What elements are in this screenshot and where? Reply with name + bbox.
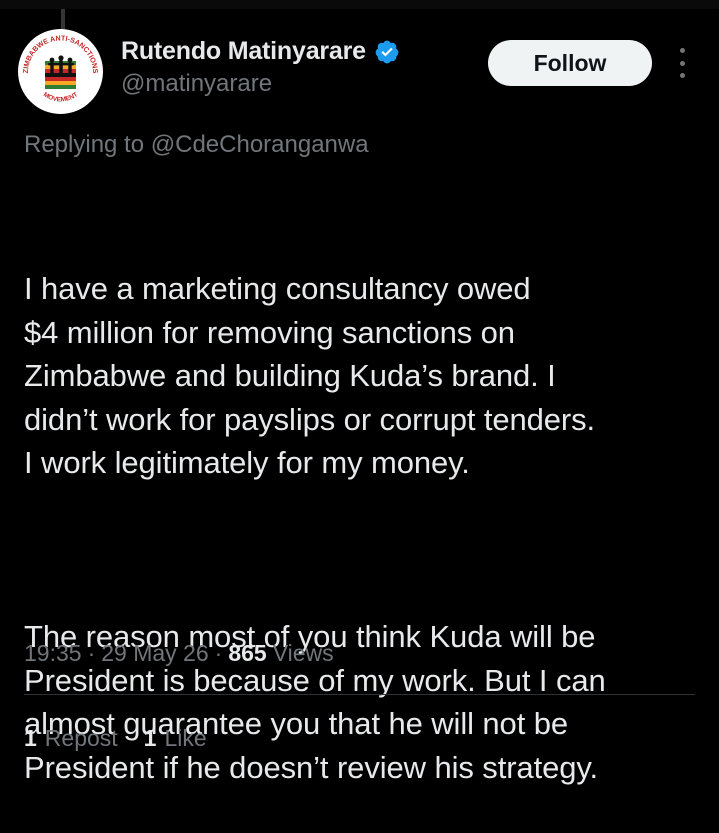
- tweet-meta: 19:35 · 29 May 26 · 865 Views: [24, 640, 334, 667]
- meta-separator: ·: [87, 640, 96, 666]
- replying-to: Replying to @CdeChoranganwa: [24, 131, 369, 159]
- top-bar: [0, 0, 719, 9]
- more-dot: [679, 48, 685, 53]
- follow-button[interactable]: Follow: [488, 40, 652, 86]
- reposts-label: Repost: [44, 725, 118, 751]
- author-handle[interactable]: @matinyarare: [121, 70, 272, 98]
- likes-label: Like: [164, 725, 207, 751]
- engagement-stats: 1 Repost 1 Like: [24, 725, 233, 752]
- avatar-logo-icon: ZIMBABWE ANTI-SANCTIONS MOVEMENT: [18, 29, 103, 114]
- likes-stat[interactable]: 1 Like: [144, 725, 207, 752]
- views-label: Views: [272, 640, 334, 666]
- verified-badge-icon[interactable]: [374, 39, 400, 65]
- replying-to-prefix: Replying to: [24, 131, 145, 158]
- meta-separator: ·: [214, 640, 223, 666]
- views-count: 865: [228, 640, 267, 666]
- reposts-stat[interactable]: 1 Repost: [24, 725, 118, 752]
- author-name-row: Rutendo Matinyarare: [121, 37, 400, 66]
- author-display-name[interactable]: Rutendo Matinyarare: [121, 37, 366, 66]
- more-dot: [679, 73, 685, 78]
- likes-count: 1: [143, 725, 157, 751]
- tweet-date[interactable]: 29 May 26: [101, 640, 208, 667]
- replying-to-mention[interactable]: @CdeChoranganwa: [151, 131, 369, 158]
- tweet-time[interactable]: 19:35: [24, 640, 82, 667]
- thread-connector-line: [61, 9, 65, 30]
- more-dot: [679, 60, 685, 66]
- tweet-paragraph: I have a marketing consultancy owed $4 m…: [24, 271, 596, 480]
- more-options-icon[interactable]: [672, 48, 692, 78]
- reposts-count: 1: [24, 725, 37, 751]
- avatar[interactable]: ZIMBABWE ANTI-SANCTIONS MOVEMENT: [18, 29, 103, 114]
- divider: [24, 694, 695, 695]
